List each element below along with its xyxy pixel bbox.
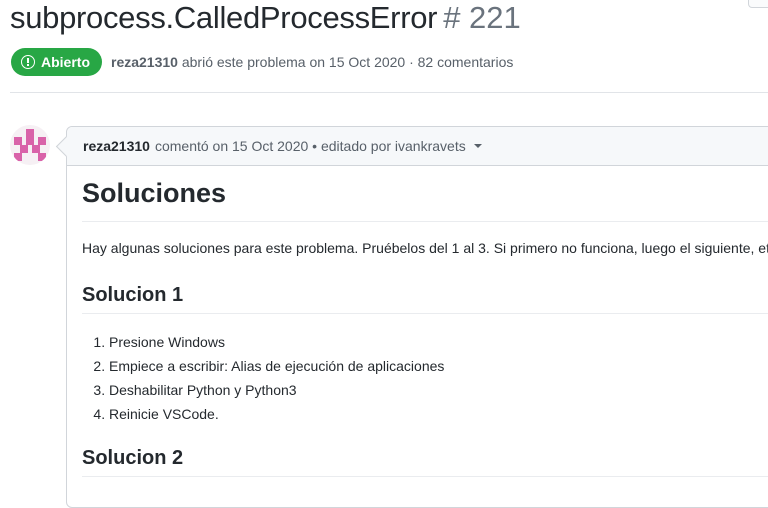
comment-author-link[interactable]: reza21310: [83, 138, 150, 154]
comment-meta: comentó on 15 Oct 2020 • editado por iva…: [154, 138, 466, 154]
comment-header: reza21310 comentó on 15 Oct 2020 • edita…: [67, 127, 768, 166]
issue-number: # 221: [443, 0, 521, 35]
header-divider: [10, 92, 768, 93]
list-item: Deshabilitar Python y Python3: [109, 378, 444, 402]
list-item: Empiece a escribir: Alias de ejecución d…: [109, 354, 444, 378]
heading-rule: [82, 221, 768, 222]
issue-author-link[interactable]: reza21310: [111, 54, 178, 70]
issue-title: subprocess.CalledProcessError: [10, 0, 438, 35]
section-rule-1: [82, 313, 768, 314]
section-heading-1: Solucion 1: [82, 284, 184, 306]
status-badge: Abierto: [11, 48, 102, 76]
comment-intro: Hay algunas soluciones para este problem…: [82, 240, 768, 256]
issue-meta-rest: abrió este problema on 15 Oct 2020 · 82 …: [181, 54, 514, 70]
edit-button[interactable]: [748, 0, 768, 8]
list-item: Reinicie VSCode.: [109, 402, 444, 426]
comment-heading: Soluciones: [82, 178, 227, 208]
section-heading-2: Solucion 2: [82, 447, 184, 469]
issue-meta: Abierto reza21310 abrió este problema on…: [11, 48, 513, 76]
steps-list: Presione Windows Empiece a escribir: Ali…: [82, 330, 444, 426]
section-rule-2: [82, 476, 768, 477]
status-label: Abierto: [41, 54, 90, 70]
avatar[interactable]: [10, 125, 50, 165]
issue-title-row: subprocess.CalledProcessError # 221: [10, 0, 521, 40]
edit-history-dropdown-icon[interactable]: [473, 144, 482, 148]
issue-open-icon: [21, 55, 35, 69]
issue-meta-text: reza21310 abrió este problema on 15 Oct …: [111, 54, 513, 70]
list-item: Presione Windows: [109, 330, 444, 354]
